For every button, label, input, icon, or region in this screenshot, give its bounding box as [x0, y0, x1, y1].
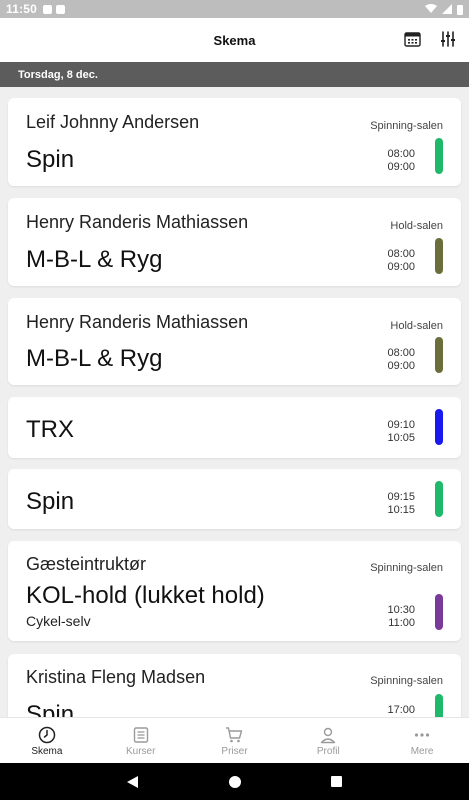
sliders-icon	[441, 31, 455, 47]
status-bar: 11:50	[0, 0, 469, 18]
start-time: 09:10	[387, 419, 415, 431]
list-icon	[133, 726, 148, 743]
class-color-bar	[435, 409, 443, 445]
bottom-navigation: Skema Kurser Priser Profil Mere	[0, 717, 469, 764]
start-time: 17:00	[387, 704, 415, 716]
nav-item-mere[interactable]: Mere	[375, 718, 469, 764]
class-card[interactable]: Henry Randeris Mathiassen Hold-salen M-B…	[8, 198, 461, 286]
class-color-bar	[435, 238, 443, 274]
room-label: Hold-salen	[390, 320, 443, 332]
instructor-name: Henry Randeris Mathiassen	[26, 312, 249, 332]
class-name: Spin	[26, 146, 75, 173]
nav-label: Profil	[316, 745, 340, 757]
class-card[interactable]: Leif Johnny Andersen Spinning-salen Spin…	[8, 98, 461, 186]
class-name: KOL-hold (lukket hold)	[26, 582, 265, 609]
class-card[interactable]: Spin 09:15 10:15	[8, 469, 461, 529]
date-header: Torsdag, 8 dec.	[0, 62, 469, 87]
battery-icon	[457, 4, 463, 15]
home-circle-icon	[228, 775, 241, 788]
class-card[interactable]: TRX 09:10 10:05	[8, 397, 461, 458]
calendar-icon	[403, 32, 421, 47]
calendar-button[interactable]	[401, 28, 423, 50]
class-name: TRX	[26, 416, 74, 443]
room-label: Spinning-salen	[370, 562, 443, 574]
start-time: 08:00	[387, 347, 415, 359]
class-color-bar	[435, 594, 443, 630]
person-icon	[321, 727, 336, 743]
instructor-name: Gæsteintruktør	[26, 554, 147, 574]
filter-button[interactable]	[437, 28, 459, 50]
more-icon	[414, 732, 430, 737]
class-times: 08:00 09:00	[387, 148, 415, 174]
class-list[interactable]: Leif Johnny Andersen Spinning-salen Spin…	[0, 87, 469, 717]
class-subtitle: Cykel-selv	[26, 613, 91, 629]
notification-icon	[56, 4, 66, 14]
class-color-bar	[435, 481, 443, 517]
nav-label: Skema	[31, 745, 63, 757]
nav-item-priser[interactable]: Priser	[188, 718, 282, 764]
class-times: 08:00 09:00	[387, 248, 415, 274]
end-time: 11:00	[388, 617, 415, 629]
class-color-bar	[435, 138, 443, 174]
back-triangle-icon	[126, 775, 138, 788]
start-time: 08:00	[387, 148, 415, 160]
class-times: 09:15 10:15	[387, 491, 415, 517]
class-name: M-B-L & Ryg	[26, 246, 163, 273]
recents-button[interactable]	[327, 772, 347, 792]
instructor-name: Leif Johnny Andersen	[26, 112, 200, 132]
nav-label: Kurser	[125, 745, 156, 757]
class-name: Spin	[26, 488, 75, 515]
class-times: 09:10 10:05	[387, 419, 415, 445]
class-name: Spin	[26, 701, 75, 717]
class-times: 17:00	[387, 704, 415, 717]
system-indicators	[425, 4, 463, 15]
class-name: M-B-L & Ryg	[26, 345, 163, 372]
date-label: Torsdag, 8 dec.	[18, 68, 98, 81]
home-button[interactable]	[225, 772, 245, 792]
end-time: 10:15	[387, 504, 415, 516]
recents-square-icon	[331, 776, 342, 787]
instructor-name: Henry Randeris Mathiassen	[26, 212, 249, 232]
clock-icon	[38, 726, 56, 743]
start-time: 09:15	[387, 491, 415, 503]
system-navigation-bar	[0, 763, 469, 800]
notification-icon	[43, 4, 53, 14]
class-color-bar	[435, 694, 443, 717]
class-color-bar	[435, 337, 443, 373]
end-time: 10:05	[387, 432, 415, 444]
nav-label: Mere	[410, 745, 434, 757]
class-card[interactable]: Henry Randeris Mathiassen Hold-salen M-B…	[8, 298, 461, 385]
page-title: Skema	[213, 32, 256, 48]
nav-item-profil[interactable]: Profil	[281, 718, 375, 764]
room-label: Hold-salen	[390, 220, 443, 232]
app-bar: Skema	[0, 18, 469, 62]
wifi-icon	[425, 4, 437, 13]
back-button[interactable]	[123, 772, 143, 792]
start-time: 10:30	[387, 604, 415, 616]
notification-icons	[43, 4, 66, 14]
room-label: Spinning-salen	[370, 120, 443, 132]
nav-item-skema[interactable]: Skema	[0, 718, 94, 764]
room-label: Spinning-salen	[370, 675, 443, 687]
status-time: 11:50	[6, 2, 38, 16]
nav-item-kurser[interactable]: Kurser	[94, 718, 188, 764]
signal-icon	[442, 4, 452, 14]
end-time: 09:00	[387, 161, 415, 173]
class-times: 08:00 09:00	[387, 347, 415, 373]
class-card[interactable]: Kristina Fleng Madsen Spinning-salen Spi…	[8, 654, 461, 717]
class-times: 10:30 11:00	[387, 604, 415, 630]
start-time: 08:00	[387, 248, 415, 260]
end-time: 09:00	[387, 360, 415, 372]
instructor-name: Kristina Fleng Madsen	[26, 667, 206, 687]
nav-label: Priser	[221, 745, 248, 757]
class-card[interactable]: Gæsteintruktør Spinning-salen KOL-hold (…	[8, 541, 461, 641]
end-time: 09:00	[387, 261, 415, 273]
cart-icon	[226, 726, 243, 742]
